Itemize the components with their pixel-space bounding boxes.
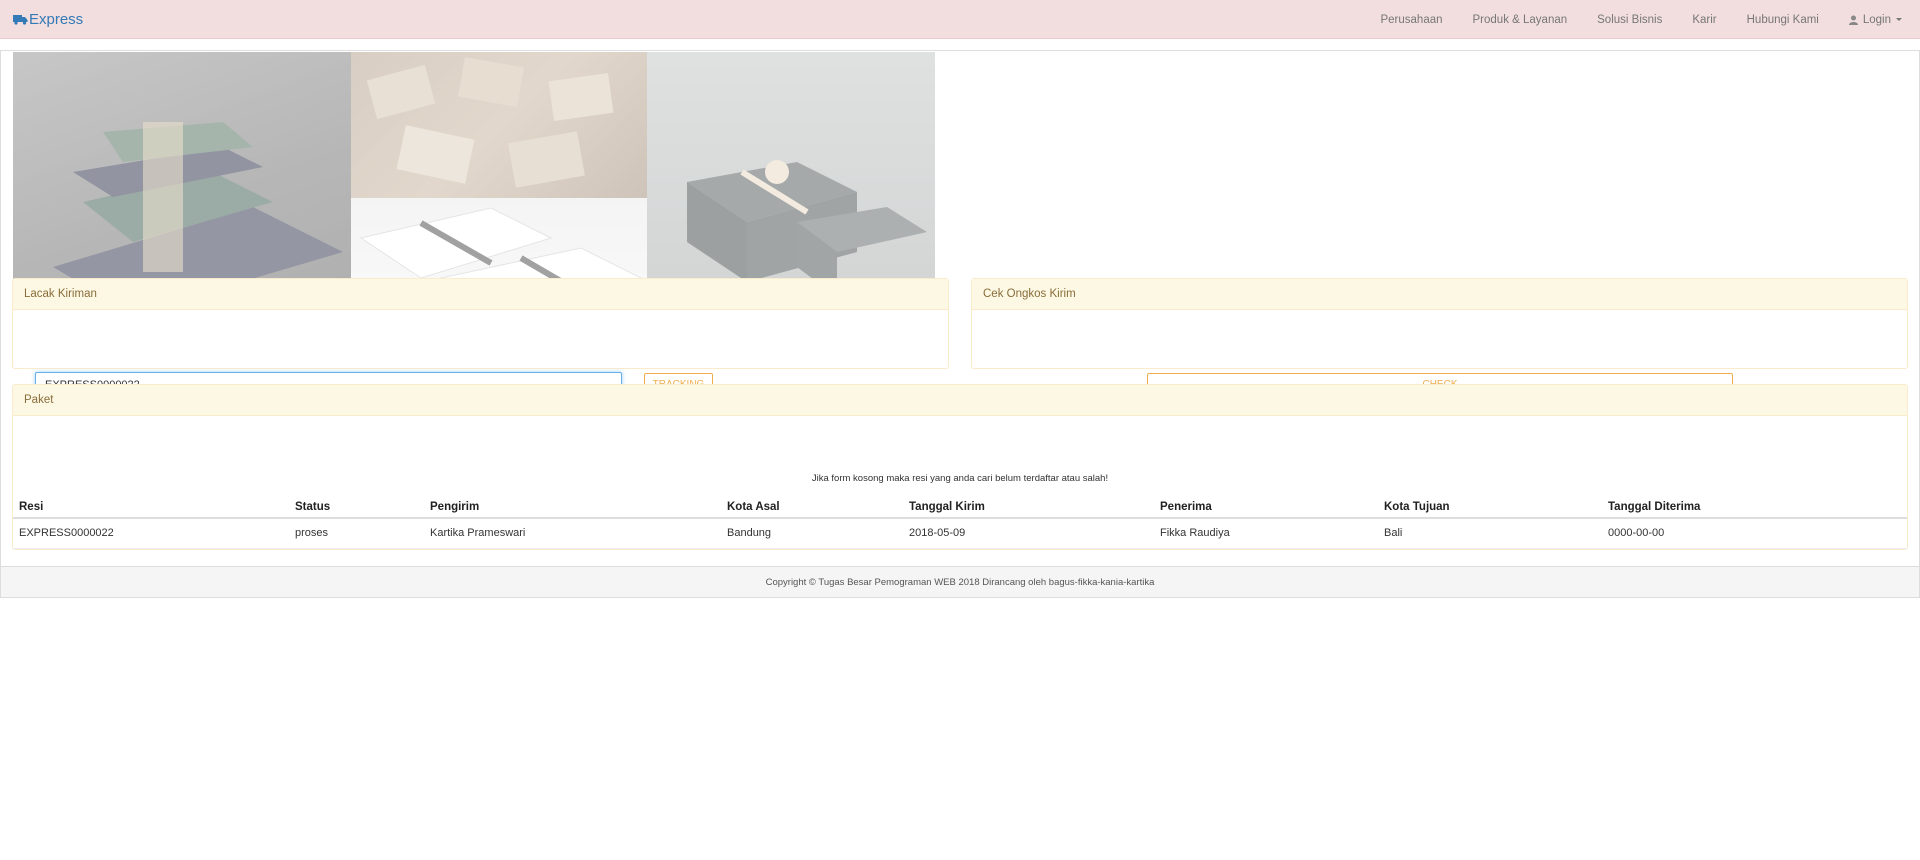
table-row: EXPRESS0000022 proses Kartika Prameswari… — [13, 518, 1907, 549]
login-label: Login — [1862, 13, 1891, 26]
brand-label: Express — [29, 10, 84, 28]
table-cell: Fikka Raudiya — [1154, 518, 1378, 549]
caret-down-icon — [1896, 18, 1902, 21]
navbar: Express Perusahaan Produk & Layanan Solu… — [0, 0, 1920, 39]
table-cell: EXPRESS0000022 — [13, 518, 289, 549]
paket-note: Jika form kosong maka resi yang anda car… — [811, 473, 1109, 484]
stacked-boxes-image — [13, 52, 351, 314]
table-cell: Bandung — [721, 518, 903, 549]
column-header: Kota Tujuan — [1378, 496, 1602, 519]
nav-produk-layanan[interactable]: Produk & Layanan — [1473, 14, 1568, 26]
paket-table: Resi Status Pengirim Kota Asal Tanggal K… — [13, 496, 1907, 549]
column-header: Pengirim — [424, 496, 721, 519]
table-cell: Bali — [1378, 518, 1602, 549]
login-dropdown[interactable]: Login — [1848, 13, 1902, 26]
lacak-kiriman-panel: Lacak Kiriman — [12, 278, 949, 369]
brand-link[interactable]: Express — [13, 9, 83, 29]
column-header: Tanggal Kirim — [903, 496, 1154, 519]
column-header: Resi — [13, 496, 289, 519]
column-header: Penerima — [1154, 496, 1378, 519]
table-cell: Kartika Prameswari — [424, 518, 721, 549]
cek-ongkos-panel: Cek Ongkos Kirim — [971, 278, 1908, 369]
column-header: Tanggal Diterima — [1602, 496, 1907, 519]
truck-icon — [13, 14, 28, 25]
nav-karir[interactable]: Karir — [1692, 14, 1716, 26]
column-header: Status — [289, 496, 424, 519]
table-cell: 2018-05-09 — [903, 518, 1154, 549]
cek-ongkos-title: Cek Ongkos Kirim — [972, 279, 1907, 310]
envelopes-image — [351, 52, 647, 198]
table-header-row: Resi Status Pengirim Kota Asal Tanggal K… — [13, 496, 1907, 519]
user-icon — [1848, 15, 1858, 25]
nav-hubungi-kami[interactable]: Hubungi Kami — [1747, 14, 1819, 26]
table-cell: 0000-00-00 — [1602, 518, 1907, 549]
footer-copyright: Copyright © Tugas Besar Pemograman WEB 2… — [0, 566, 1920, 598]
main-nav: Perusahaan Produk & Layanan Solusi Bisni… — [1350, 0, 1902, 39]
paket-title: Paket — [13, 385, 1907, 416]
hero-image — [13, 52, 935, 314]
nav-solusi-bisnis[interactable]: Solusi Bisnis — [1597, 14, 1662, 26]
gift-boxes-image — [647, 52, 935, 314]
lacak-kiriman-title: Lacak Kiriman — [13, 279, 948, 310]
column-header: Kota Asal — [721, 496, 903, 519]
nav-perusahaan[interactable]: Perusahaan — [1380, 14, 1442, 26]
table-cell: proses — [289, 518, 424, 549]
